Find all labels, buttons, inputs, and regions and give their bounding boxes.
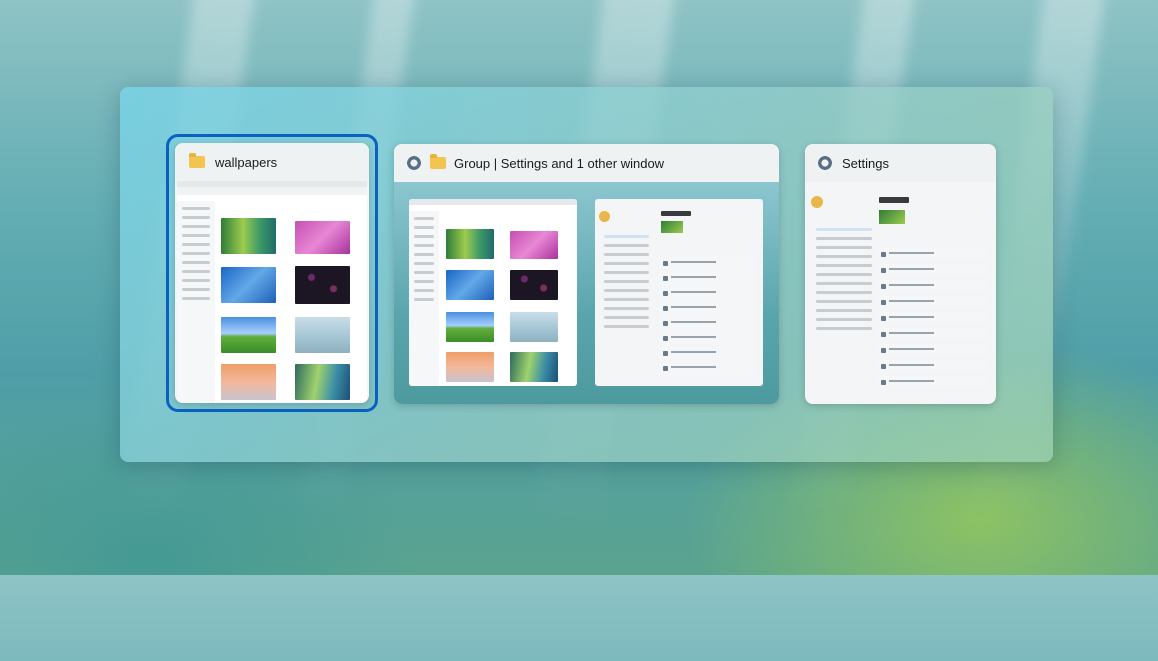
gear-icon xyxy=(815,153,835,173)
gear-icon xyxy=(404,153,424,173)
window-preview xyxy=(177,181,367,403)
card-header: Settings xyxy=(805,144,996,182)
settings-preview xyxy=(595,199,763,386)
group-preview-desktop xyxy=(394,182,779,404)
file-explorer-preview xyxy=(409,199,577,386)
window-card-settings[interactable]: Settings xyxy=(805,144,996,404)
window-card-wallpapers[interactable]: wallpapers xyxy=(175,143,369,403)
window-preview xyxy=(807,182,994,404)
card-header: wallpapers xyxy=(175,143,369,181)
card-header: Group | Settings and 1 other window xyxy=(394,144,779,182)
window-title: wallpapers xyxy=(215,154,278,170)
window-title: Group | Settings and 1 other window xyxy=(454,155,665,171)
folder-icon xyxy=(189,153,205,168)
folder-icon xyxy=(430,154,446,169)
window-card-group[interactable]: Group | Settings and 1 other window xyxy=(394,144,779,404)
window-title: Settings xyxy=(842,155,889,171)
